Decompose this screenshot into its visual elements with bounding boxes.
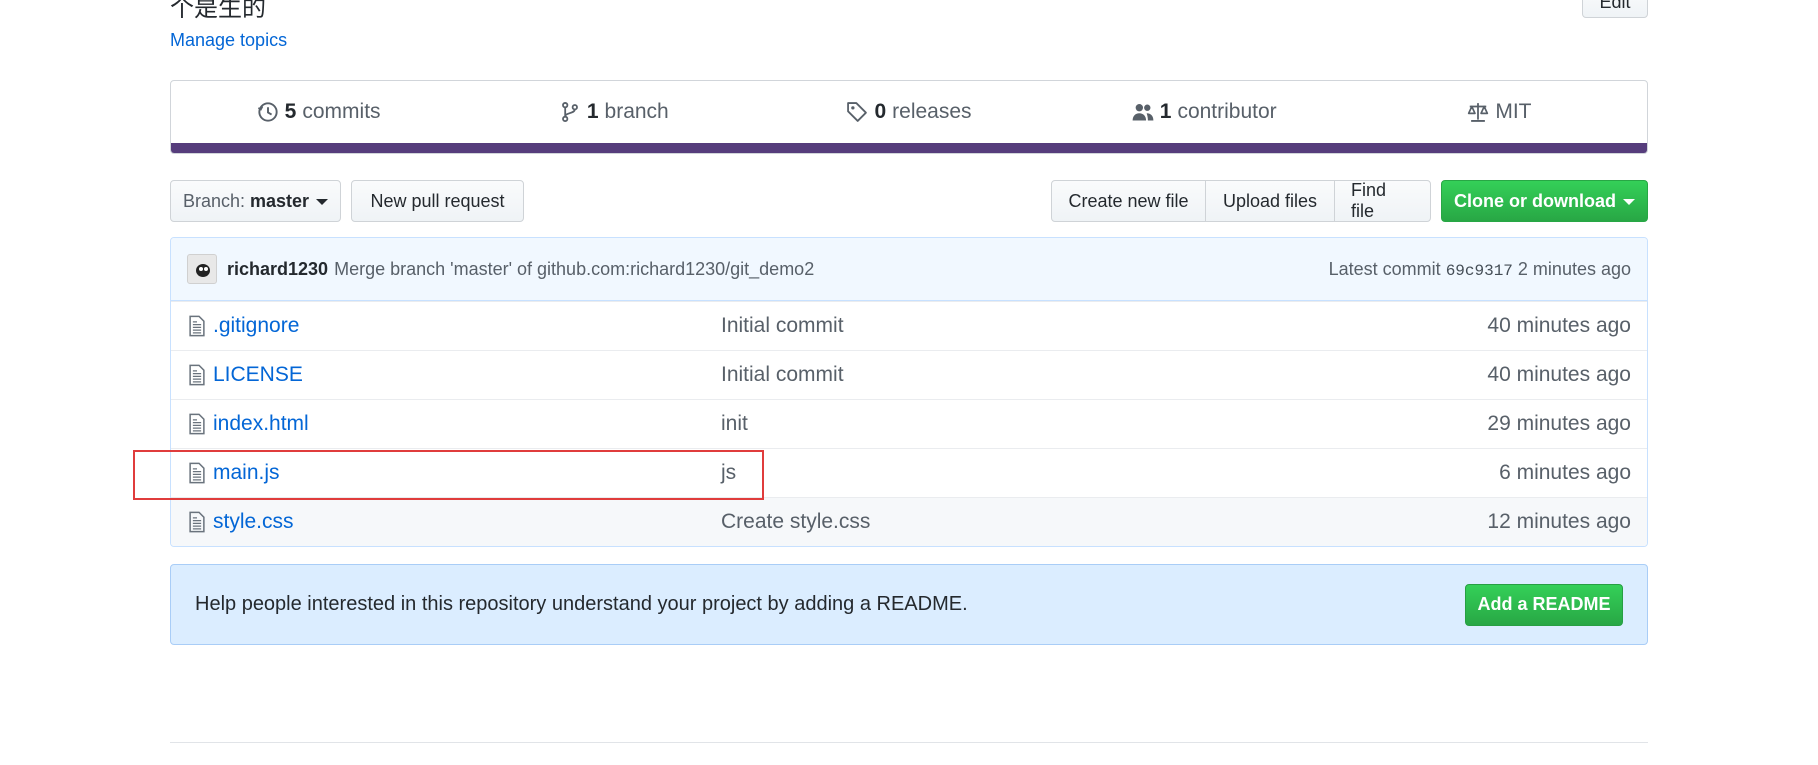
upload-files-button[interactable]: Upload files xyxy=(1205,180,1335,222)
commit-sha[interactable]: 69c9317 xyxy=(1446,262,1513,280)
commits-label: commits xyxy=(302,100,381,123)
avatar[interactable] xyxy=(187,254,217,284)
file-commit-message[interactable]: init xyxy=(721,412,1487,436)
file-row: main.js js 6 minutes ago xyxy=(171,448,1647,497)
summary-license[interactable]: MIT xyxy=(1352,100,1647,124)
manage-topics-link[interactable]: Manage topics xyxy=(170,30,287,51)
file-commit-message[interactable]: Initial commit xyxy=(721,314,1487,338)
file-age: 40 minutes ago xyxy=(1487,314,1631,337)
clone-or-download-button[interactable]: Clone or download xyxy=(1441,180,1648,222)
commit-age: 2 minutes ago xyxy=(1517,258,1631,279)
readme-prompt-text: Help people interested in this repositor… xyxy=(195,593,968,615)
branches-count: 1 xyxy=(586,100,599,123)
file-age: 29 minutes ago xyxy=(1487,412,1631,435)
file-icon xyxy=(189,364,205,386)
people-icon xyxy=(1132,104,1154,121)
repo-page: 个是生的 Edit Manage topics 5 commits 1 bran… xyxy=(0,0,1818,765)
branch-prefix: Branch: xyxy=(182,190,245,211)
branch-icon xyxy=(561,102,578,122)
caret-down-icon xyxy=(1623,199,1635,205)
footer-divider xyxy=(170,742,1648,743)
file-age: 40 minutes ago xyxy=(1487,363,1631,386)
releases-count: 0 xyxy=(874,100,887,123)
branch-select-button[interactable]: Branch: master xyxy=(170,180,341,222)
file-row: index.html init 29 minutes ago xyxy=(171,399,1647,448)
summary-commits[interactable]: 5 commits xyxy=(171,100,466,124)
new-pull-request-button[interactable]: New pull request xyxy=(351,180,524,222)
numbers-summary: 5 commits 1 branch 0 releases 1 contribu… xyxy=(170,80,1648,154)
latest-commit-label: Latest commit xyxy=(1328,258,1441,279)
caret-down-icon xyxy=(316,199,329,205)
avatar-face xyxy=(196,264,210,277)
file-icon xyxy=(189,413,205,435)
edit-description-button[interactable]: Edit xyxy=(1582,0,1648,18)
file-row: style.css Create style.css 12 minutes ag… xyxy=(171,497,1647,546)
clone-label: Clone or download xyxy=(1454,190,1616,211)
file-icon xyxy=(189,315,205,337)
readme-prompt: Help people interested in this repositor… xyxy=(170,564,1648,645)
branch-value: master xyxy=(250,190,310,211)
file-age: 6 minutes ago xyxy=(1499,461,1631,484)
file-commit-message[interactable]: Create style.css xyxy=(721,510,1487,534)
file-row: .gitignore Initial commit 40 minutes ago xyxy=(171,301,1647,350)
contributors-label: contributor xyxy=(1177,100,1277,123)
file-icon xyxy=(189,462,205,484)
file-listing: richard1230 Merge branch 'master' of git… xyxy=(170,237,1648,547)
language-bar[interactable] xyxy=(171,143,1647,153)
file-row: LICENSE Initial commit 40 minutes ago xyxy=(171,350,1647,399)
license-label: MIT xyxy=(1495,100,1532,123)
latest-commit-info: Latest commit 69c9317 2 minutes ago xyxy=(1329,259,1631,280)
summary-releases[interactable]: 0 releases xyxy=(761,100,1056,124)
file-name-link[interactable]: LICENSE xyxy=(213,363,721,387)
file-name-link[interactable]: main.js xyxy=(213,461,721,485)
file-commit-message[interactable]: js xyxy=(721,461,1499,485)
summary-row: 5 commits 1 branch 0 releases 1 contribu… xyxy=(171,81,1647,143)
file-icon xyxy=(189,511,205,533)
file-name-link[interactable]: .gitignore xyxy=(213,314,721,338)
summary-branches[interactable]: 1 branch xyxy=(466,100,761,124)
tag-icon xyxy=(847,102,868,122)
summary-contributors[interactable]: 1 contributor xyxy=(1057,100,1352,124)
avatar-eye xyxy=(204,267,208,271)
commit-message[interactable]: Merge branch 'master' of github.com:rich… xyxy=(334,259,814,280)
find-file-button[interactable]: Find file xyxy=(1334,180,1431,222)
commit-tease: richard1230 Merge branch 'master' of git… xyxy=(171,238,1647,301)
releases-label: releases xyxy=(892,100,972,123)
add-readme-button[interactable]: Add a README xyxy=(1465,583,1623,626)
file-actions-group: Create new file Upload files Find file xyxy=(1051,180,1431,222)
history-icon xyxy=(257,102,278,122)
file-commit-message[interactable]: Initial commit xyxy=(721,363,1487,387)
file-name-link[interactable]: index.html xyxy=(213,412,721,436)
branches-label: branch xyxy=(604,100,669,123)
file-name-link[interactable]: style.css xyxy=(213,510,721,534)
contributors-count: 1 xyxy=(1159,100,1172,123)
law-icon xyxy=(1468,103,1489,122)
commits-count: 5 xyxy=(284,100,297,123)
file-age: 12 minutes ago xyxy=(1487,510,1631,533)
create-new-file-button[interactable]: Create new file xyxy=(1051,180,1206,222)
repo-description: 个是生的 xyxy=(170,0,266,22)
commit-author[interactable]: richard1230 xyxy=(227,259,328,280)
avatar-eye xyxy=(199,267,203,271)
